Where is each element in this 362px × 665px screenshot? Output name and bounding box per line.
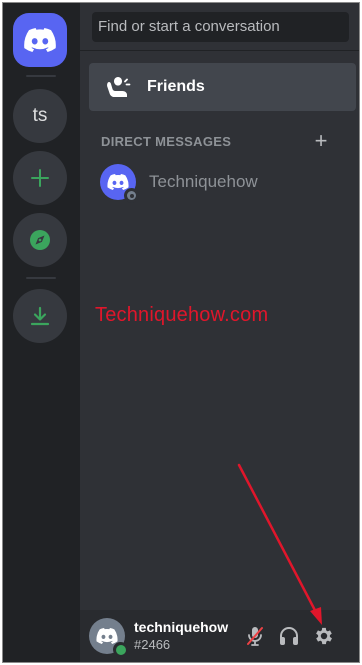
friends-wave-icon — [99, 63, 139, 111]
user-tag: #2466 — [134, 637, 171, 652]
watermark-text: Techniquehow.com — [95, 304, 269, 326]
compass-icon — [30, 230, 50, 250]
download-icon — [30, 306, 50, 326]
download-apps-button[interactable] — [13, 289, 67, 343]
search-input[interactable]: Find or start a conversation — [92, 12, 349, 42]
explore-servers-button[interactable] — [13, 213, 67, 267]
friends-label: Friends — [147, 78, 205, 95]
server-ts[interactable]: ts — [13, 89, 67, 143]
friends-nav-item[interactable]: Friends — [89, 63, 356, 111]
headphones-icon — [280, 627, 298, 645]
microphone-muted-icon — [247, 627, 263, 646]
dm-list-item[interactable]: Techniquehow — [89, 160, 356, 204]
offline-status-icon — [124, 188, 139, 203]
rail-separator — [26, 277, 56, 279]
discord-logo-icon — [107, 174, 129, 190]
home-button[interactable] — [13, 13, 67, 67]
create-dm-button[interactable]: + — [311, 130, 331, 152]
dm-username: Techniquehow — [149, 172, 258, 191]
rail-separator — [26, 75, 56, 77]
online-status-icon — [113, 642, 128, 657]
user-settings-button[interactable] — [312, 624, 336, 648]
search-bar-area: Find or start a conversation — [80, 3, 359, 51]
deafen-button[interactable] — [277, 624, 301, 648]
user-avatar[interactable] — [89, 618, 128, 657]
direct-messages-header: DIRECT MESSAGES — [101, 134, 232, 149]
server-rail: ts — [3, 3, 80, 662]
mute-button[interactable] — [243, 624, 267, 648]
dm-pane: Find or start a conversation Friends DIR… — [80, 3, 359, 662]
add-server-button[interactable] — [13, 151, 67, 205]
avatar — [100, 164, 139, 203]
user-panel: techniquehow #2466 — [80, 610, 359, 662]
discord-window: ts Find or start a conversation Friends … — [2, 2, 360, 663]
discord-logo-icon — [24, 28, 56, 52]
discord-logo-icon — [96, 628, 118, 644]
gear-icon — [316, 627, 332, 645]
plus-icon — [31, 169, 49, 187]
user-name: techniquehow — [134, 619, 229, 635]
server-initials: ts — [32, 105, 48, 126]
